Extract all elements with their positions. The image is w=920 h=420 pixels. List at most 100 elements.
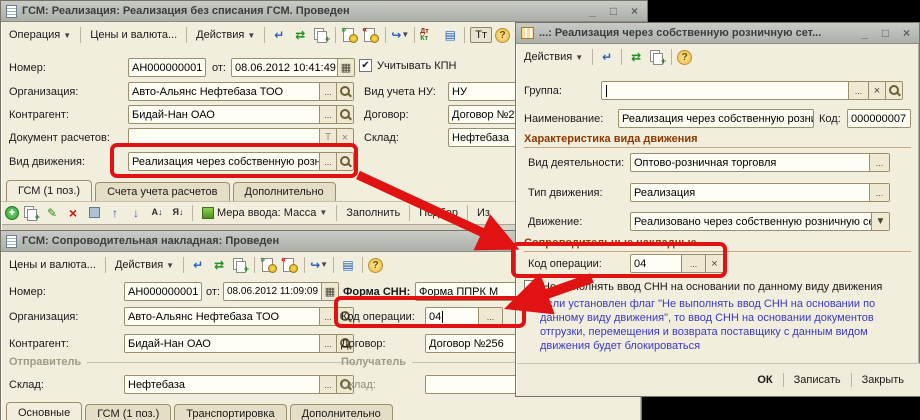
tab-additional[interactable]: Дополнительно [290, 404, 393, 420]
help-icon[interactable]: ? [368, 258, 383, 273]
refresh-icon[interactable]: ⇄ [210, 257, 228, 273]
prices-currency-menu[interactable]: Цены и валюта... [5, 258, 100, 272]
tab-additional[interactable]: Дополнительно [233, 182, 336, 201]
ellipsis-button[interactable]: ... [319, 376, 336, 393]
movement-kind-field[interactable]: Реализация через собственную розничную с… [128, 152, 354, 171]
minimize-button[interactable]: _ [585, 4, 600, 18]
copy-row-icon[interactable]: + [22, 205, 40, 221]
refresh-icon[interactable]: ⇄ [291, 27, 309, 43]
copy-add-icon[interactable]: + [231, 257, 249, 273]
delete-row-icon[interactable]: × [64, 205, 82, 221]
actions-menu[interactable]: Действия▼ [520, 50, 587, 64]
refresh-icon[interactable]: ⇄ [627, 49, 645, 65]
add-row-icon[interactable]: + [5, 206, 19, 220]
clear-button[interactable]: × [336, 129, 353, 146]
number-field[interactable]: АН000000001 [124, 282, 202, 301]
activity-field[interactable]: Оптово-розничная торговля... [630, 153, 890, 172]
ellipsis-button[interactable]: ... [319, 106, 336, 123]
totals-toggle-button[interactable]: Тт [470, 27, 492, 43]
date-field[interactable]: 08.06.2012 10:41:49▦ [231, 58, 355, 77]
create-based-on-icon[interactable]: ↪▼ [310, 257, 328, 273]
actions-menu[interactable]: Действия▼ [192, 28, 259, 42]
tab-accounts[interactable]: Счета учета расчетов [95, 182, 229, 201]
edit-row-icon[interactable]: ✎ [43, 205, 61, 221]
calendar-icon[interactable]: ▦ [321, 283, 338, 300]
move-up-icon[interactable]: ↑ [106, 205, 124, 221]
unpost-document-icon[interactable]: « [362, 27, 380, 43]
movement-type-field[interactable]: Реализация... [630, 183, 890, 202]
open-button[interactable] [885, 82, 902, 99]
help-icon[interactable]: ? [495, 28, 510, 43]
org-field[interactable]: Авто-Альянс Нефтебаза ТОО... [124, 307, 354, 326]
tab-main[interactable]: Основные [6, 402, 82, 420]
group-field[interactable]: ...× [601, 81, 903, 100]
sender-warehouse-field[interactable]: Нефтебаза... [124, 375, 354, 394]
number-field[interactable]: АН000000001 [128, 58, 206, 77]
ellipsis-button[interactable]: ... [319, 153, 336, 170]
clear-button[interactable]: × [868, 82, 885, 99]
maximize-button[interactable]: □ [606, 4, 621, 18]
tab-transport[interactable]: Транспортировка [174, 404, 286, 420]
post-and-close-icon[interactable]: ↵ [270, 27, 288, 43]
dt-kt-icon[interactable]: ДтКт [420, 27, 438, 43]
code-field[interactable]: 000000007 [847, 109, 911, 128]
ok-button[interactable]: ОК [747, 370, 782, 390]
no-snn-checkbox[interactable] [524, 280, 537, 293]
kpn-checkbox-row[interactable]: ✔Учитывать КПН [359, 59, 457, 72]
actions-menu[interactable]: Действия▼ [111, 258, 178, 272]
ellipsis-button[interactable]: ... [319, 335, 336, 352]
ellipsis-button[interactable]: ... [319, 308, 336, 325]
create-based-on-icon[interactable]: ↪▼ [391, 27, 409, 43]
write-button[interactable]: Записать [784, 370, 851, 390]
opcode-field[interactable]: 04...× [630, 254, 724, 273]
type-button[interactable]: Т [319, 129, 336, 146]
close-button[interactable]: × [899, 26, 914, 40]
maximize-button[interactable]: □ [878, 26, 893, 40]
unpost-document-icon[interactable]: « [281, 257, 299, 273]
ellipsis-button[interactable]: ... [848, 82, 868, 99]
open-button[interactable] [336, 83, 353, 100]
opcode-field[interactable]: 04... [425, 307, 503, 326]
pick-button[interactable]: Подбор [415, 206, 462, 220]
movement-combo[interactable]: Реализовано через собственную розничную … [630, 212, 890, 231]
dropdown-button[interactable]: ▼ [871, 213, 889, 230]
save-grid-icon[interactable] [85, 205, 103, 221]
measure-button[interactable]: Мера ввода: Масса▼ [198, 206, 331, 220]
clear-button[interactable]: × [705, 255, 723, 272]
journal-icon[interactable]: ▤ [339, 257, 357, 273]
operation-menu[interactable]: Операция▼ [5, 28, 75, 42]
save-and-close-icon[interactable]: ↵ [598, 49, 616, 65]
copy-add-icon[interactable]: + [648, 49, 666, 65]
prices-currency-menu[interactable]: Цены и валюта... [86, 28, 181, 42]
titlebar-realizaciya[interactable]: ГСМ: Реализация: Реализация без списания… [1, 1, 647, 22]
org-field[interactable]: Авто-Альянс Нефтебаза ТОО... [128, 82, 354, 101]
copy-add-icon[interactable]: + [312, 27, 330, 43]
close-button[interactable]: × [627, 4, 642, 18]
contractor-field[interactable]: Бидай-Нан ОАО... [124, 334, 354, 353]
name-field[interactable]: Реализация через собственную розничную с… [618, 109, 814, 128]
ellipsis-button[interactable]: ... [478, 308, 502, 325]
no-snn-checkbox-row[interactable]: Не выполнять ввод СНН на основании по да… [524, 280, 882, 293]
help-icon[interactable]: ? [677, 50, 692, 65]
ellipsis-button[interactable]: ... [319, 83, 336, 100]
ellipsis-button[interactable]: ... [681, 255, 705, 272]
contractor-field[interactable]: Бидай-Нан ОАО... [128, 105, 354, 124]
move-down-icon[interactable]: ↓ [127, 205, 145, 221]
titlebar-movement-kind[interactable]: ...: Реализация через собственную рознич… [516, 23, 919, 44]
open-button[interactable] [336, 106, 353, 123]
ellipsis-button[interactable]: ... [869, 184, 889, 201]
tab-gsm[interactable]: ГСМ (1 поз.) [85, 404, 171, 420]
calendar-icon[interactable]: ▦ [337, 59, 354, 76]
ellipsis-button[interactable]: ... [869, 154, 889, 171]
kpn-checkbox[interactable]: ✔ [359, 59, 372, 72]
journal-icon[interactable]: ▤ [441, 27, 459, 43]
minimize-button[interactable]: _ [857, 26, 872, 40]
from-button[interactable]: Из [473, 206, 494, 220]
tab-gsm[interactable]: ГСМ (1 поз.) [6, 180, 92, 201]
post-document-icon[interactable]: » [260, 257, 278, 273]
close-dialog-button[interactable]: Закрыть [852, 370, 914, 390]
post-document-icon[interactable]: » [341, 27, 359, 43]
sort-desc-icon[interactable]: Я↓ [169, 205, 187, 221]
fill-button[interactable]: Заполнить [342, 206, 404, 220]
sort-asc-icon[interactable]: А↓ [148, 205, 166, 221]
